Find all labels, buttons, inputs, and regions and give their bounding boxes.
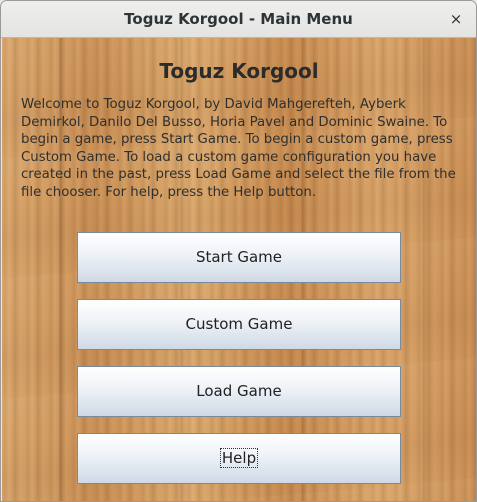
- load-game-button[interactable]: Load Game: [77, 366, 401, 417]
- close-icon[interactable]: ×: [444, 7, 468, 31]
- window-title: Toguz Korgool - Main Menu: [124, 10, 353, 28]
- start-game-label: Start Game: [195, 248, 283, 266]
- title-bar[interactable]: Toguz Korgool - Main Menu ×: [1, 1, 476, 38]
- custom-game-label: Custom Game: [185, 315, 293, 333]
- welcome-text: Welcome to Toguz Korgool, by David Mahge…: [21, 97, 456, 200]
- wood-panel: Toguz Korgool Welcome to Toguz Korgool, …: [2, 38, 476, 501]
- help-label: Help: [219, 448, 259, 468]
- start-game-button[interactable]: Start Game: [77, 232, 401, 283]
- page-title: Toguz Korgool: [159, 59, 319, 83]
- load-game-label: Load Game: [196, 382, 282, 400]
- help-button[interactable]: Help: [77, 433, 401, 484]
- custom-game-button[interactable]: Custom Game: [77, 299, 401, 350]
- main-menu-window: Toguz Korgool - Main Menu × Toguz Korgoo…: [0, 0, 477, 502]
